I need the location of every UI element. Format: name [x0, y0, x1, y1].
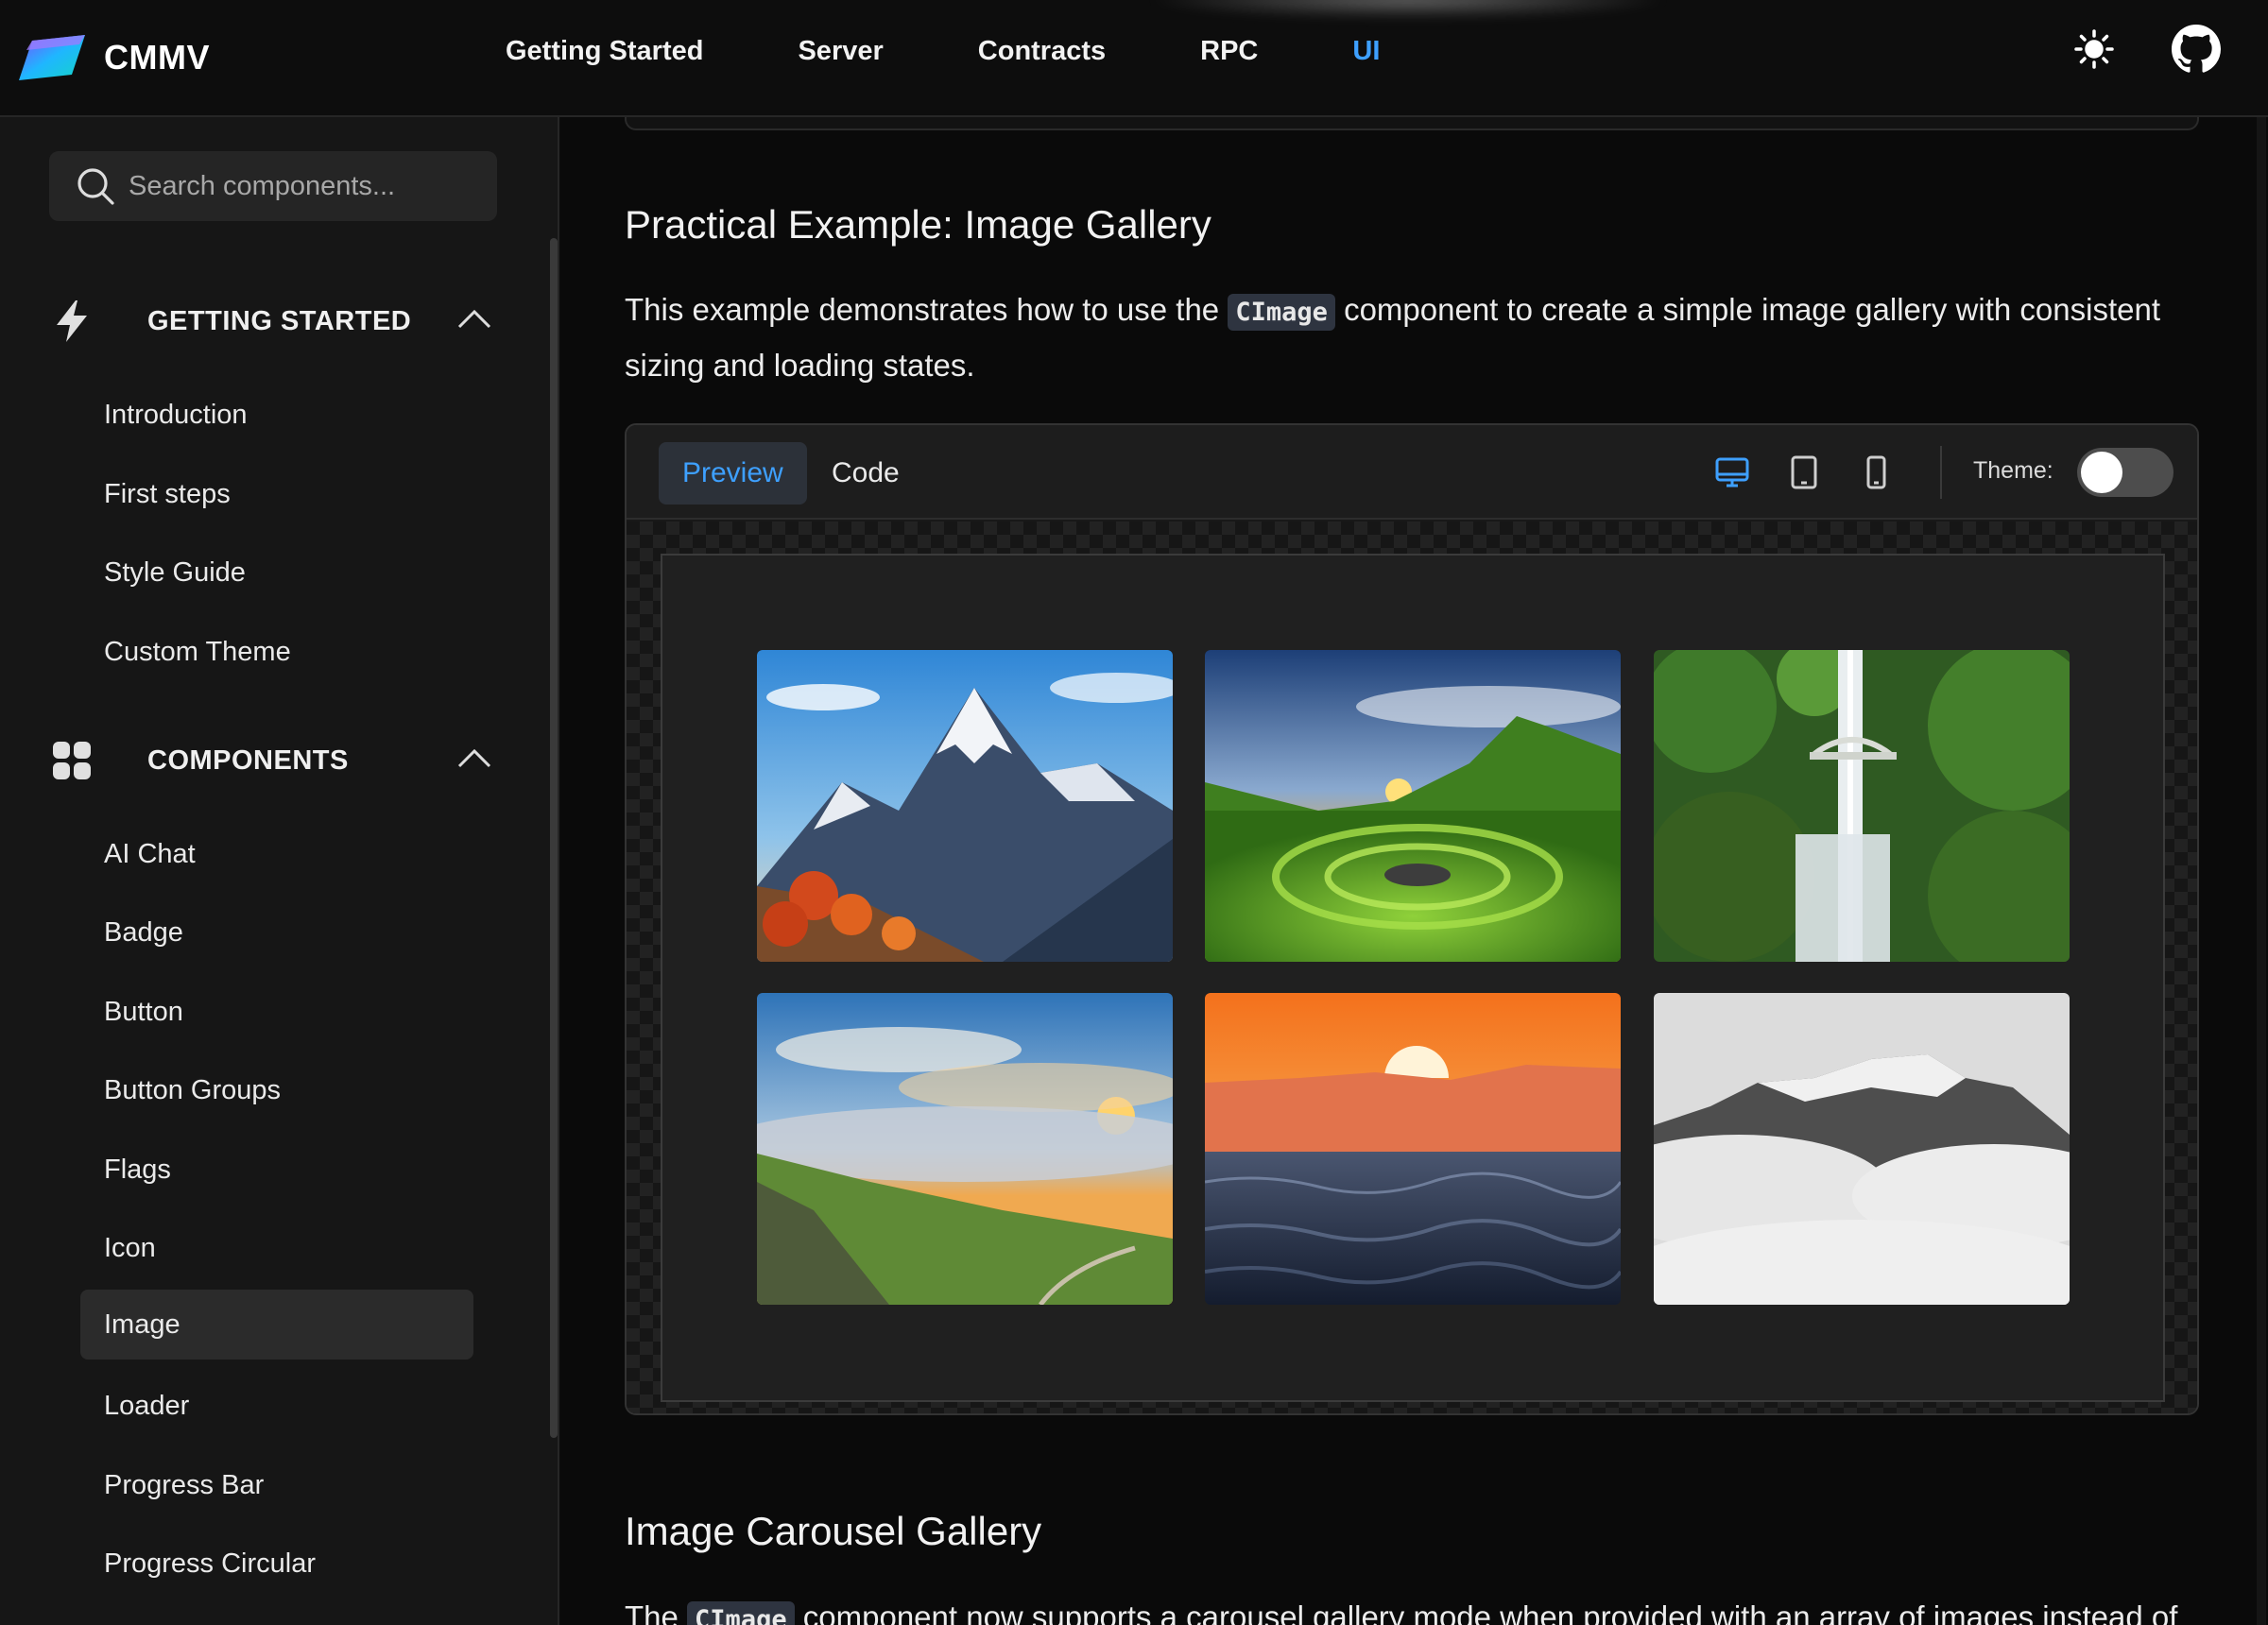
previous-demo-box	[625, 117, 2199, 130]
section-components[interactable]: COMPONENTS	[49, 730, 497, 791]
theme-label: Theme:	[1973, 457, 2053, 484]
sidebar-item-image[interactable]: Image	[80, 1290, 473, 1360]
section-title: Practical Example: Image Gallery	[625, 202, 1211, 247]
tab-code[interactable]: Code	[808, 442, 923, 505]
nav-rpc[interactable]: RPC	[1200, 36, 1258, 67]
sidebar-item-button-groups[interactable]: Button Groups	[80, 1057, 473, 1123]
gallery-image-waterfall[interactable]	[1654, 650, 2070, 962]
sun-icon[interactable]	[2068, 23, 2121, 76]
sidebar-item-button[interactable]: Button	[80, 979, 473, 1045]
sidebar-item-custom-theme[interactable]: Custom Theme	[80, 619, 473, 685]
chevron-up-icon[interactable]	[457, 308, 491, 331]
cmmv-logo-icon	[17, 31, 87, 84]
section-description: The CImage component now supports a caro…	[625, 1591, 2203, 1625]
toggle-knob	[2081, 452, 2122, 493]
sidebar-item-ai-chat[interactable]: AI Chat	[80, 821, 473, 887]
theme-toggle[interactable]	[2077, 448, 2174, 497]
top-navbar: CMMV Getting Started Server Contracts RP…	[0, 0, 2268, 117]
sidebar-item-icon[interactable]: Icon	[80, 1215, 473, 1281]
sidebar-item-loader[interactable]: Loader	[80, 1373, 473, 1439]
demo-box: Preview Code Theme:	[625, 423, 2199, 1415]
main-nav: Getting Started Server Contracts RPC UI	[506, 36, 1474, 67]
sidebar-item-badge[interactable]: Badge	[80, 899, 473, 966]
tab-preview[interactable]: Preview	[659, 442, 807, 505]
gallery-image-mountain-peak[interactable]	[757, 650, 1173, 962]
nav-getting-started[interactable]: Getting Started	[506, 36, 703, 67]
description-text: This example demonstrates how to use the	[625, 292, 1220, 327]
description-text: component now supports a carousel galler…	[802, 1599, 2178, 1625]
sidebar-item-style-guide[interactable]: Style Guide	[80, 539, 473, 606]
search-box[interactable]	[49, 151, 497, 221]
nav-glow-decoration	[1143, 0, 1673, 19]
section-label: GETTING STARTED	[147, 305, 412, 336]
main-scrollbar[interactable]	[2257, 117, 2266, 1625]
preview-frame	[661, 554, 2165, 1402]
grid-icon	[53, 742, 91, 779]
nav-contracts[interactable]: Contracts	[978, 36, 1106, 67]
nav-server[interactable]: Server	[798, 36, 883, 67]
code-chip: CImage	[1228, 294, 1335, 331]
search-icon	[77, 168, 114, 205]
bolt-icon	[57, 300, 87, 342]
sidebar-scrollbar[interactable]	[550, 238, 558, 1438]
sidebar-item-progress-circular[interactable]: Progress Circular	[80, 1531, 473, 1597]
code-chip: CImage	[687, 1601, 795, 1625]
mobile-icon[interactable]	[1857, 453, 1895, 491]
toolbar-divider	[1940, 446, 1942, 499]
brand[interactable]: CMMV	[17, 28, 210, 87]
tablet-icon[interactable]	[1785, 453, 1823, 491]
github-icon[interactable]	[2170, 23, 2223, 76]
top-icons	[2068, 23, 2223, 76]
gallery-image-misty-hills[interactable]	[757, 993, 1173, 1305]
device-switcher	[1713, 453, 1895, 491]
nav-ui[interactable]: UI	[1352, 36, 1380, 67]
description-text: The	[625, 1599, 679, 1625]
search-input[interactable]	[129, 170, 469, 202]
section-title: Image Carousel Gallery	[625, 1509, 1042, 1553]
main-content: Practical Example: Image Gallery This ex…	[561, 117, 2268, 1625]
section-getting-started[interactable]: GETTING STARTED	[49, 291, 497, 351]
brand-name: CMMV	[104, 38, 210, 77]
desktop-icon[interactable]	[1713, 453, 1751, 491]
section-label: COMPONENTS	[147, 744, 349, 776]
sidebar: GETTING STARTED Introduction First steps…	[0, 117, 559, 1625]
sidebar-item-introduction[interactable]: Introduction	[80, 382, 473, 448]
sidebar-item-progress-bar[interactable]: Progress Bar	[80, 1452, 473, 1518]
gallery-image-ocean-sunset[interactable]	[1205, 993, 1621, 1305]
preview-canvas	[627, 522, 2197, 1413]
section-description: This example demonstrates how to use the…	[625, 283, 2203, 392]
gallery-image-foggy-mountain[interactable]	[1654, 993, 2070, 1305]
demo-toolbar: Preview Code Theme:	[627, 425, 2197, 520]
chevron-up-icon[interactable]	[457, 747, 491, 770]
sidebar-item-first-steps[interactable]: First steps	[80, 461, 473, 527]
sidebar-item-flags[interactable]: Flags	[80, 1137, 473, 1203]
gallery-image-green-valley[interactable]	[1205, 650, 1621, 962]
